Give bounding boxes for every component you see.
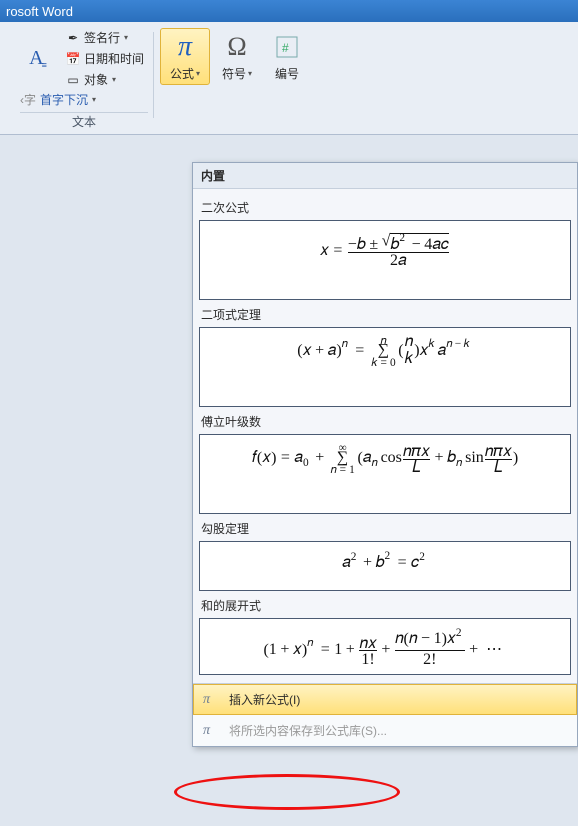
equation-title: 傅立叶级数 [201, 413, 571, 430]
ribbon: A≡ ✒ 签名行 ▾ 📅 日期和时间 ▭ 对象 ▾ ‹字 [0, 22, 578, 135]
equation-button[interactable]: π 公式▾ [160, 28, 210, 85]
signature-icon: ✒ [66, 31, 80, 45]
date-time-button[interactable]: 📅 日期和时间 [62, 49, 148, 68]
gallery-footer: π 插入新公式(I) π 将所选内容保存到公式库(S)... [193, 683, 577, 746]
chevron-down-icon: ▾ [92, 95, 96, 104]
group-text-label: 文本 [20, 112, 148, 132]
equation-title: 二项式定理 [201, 306, 571, 323]
gallery-header: 内置 [193, 163, 577, 189]
chevron-down-icon: ▾ [196, 69, 200, 78]
pi-icon: π [203, 692, 221, 708]
dropcap-label[interactable]: 首字下沉 [40, 91, 88, 108]
titlebar: rosoft Word [0, 0, 578, 22]
insert-new-equation[interactable]: π 插入新公式(I) [193, 684, 577, 715]
number-button[interactable]: # 编号 [264, 29, 310, 84]
dropcap-icon: A≡ [23, 43, 55, 75]
equation-label: 公式 [170, 65, 194, 82]
signature-label: 签名行 [84, 29, 120, 46]
object-button[interactable]: ▭ 对象 ▾ [62, 70, 148, 89]
chevron-down-icon: ▾ [124, 33, 128, 42]
save-to-gallery-label: 将所选内容保存到公式库(S)... [229, 722, 387, 739]
equation-title: 勾股定理 [201, 520, 571, 537]
calendar-icon: 📅 [66, 52, 80, 66]
symbol-button[interactable]: Ω 符号▾ [214, 29, 260, 84]
group-text: A≡ ✒ 签名行 ▾ 📅 日期和时间 ▭ 对象 ▾ ‹字 [14, 28, 154, 132]
symbol-label: 符号 [222, 65, 246, 82]
pi-save-icon: π [203, 723, 221, 739]
annotation-highlight [174, 774, 400, 810]
group-symbols: π 公式▾ Ω 符号▾ # 编号 . [154, 28, 316, 106]
equation-item-fourier[interactable]: f(x)=a0+∑n=1∞(ancosnπxL+bnsinnπxL) [199, 434, 571, 514]
object-icon: ▭ [66, 73, 80, 87]
equation-item-pythagoras[interactable]: a2+b2=c2 [199, 541, 571, 591]
gallery-scroll[interactable]: 二次公式 x=−b±b2−4ac2a 二项式定理 (x+a)n=∑k=0n(nk… [193, 189, 577, 683]
equation-gallery: 内置 二次公式 x=−b±b2−4ac2a 二项式定理 (x+a)n=∑k=0n… [192, 162, 578, 747]
equation-title: 和的展开式 [201, 597, 571, 614]
number-label: 编号 [275, 65, 299, 82]
equation-item-expansion[interactable]: (1+x)n=1+nx1!+n(n−1)x22!+⋯ [199, 618, 571, 675]
wordart-stub: ‹字 [20, 91, 36, 108]
pi-icon: π [169, 31, 201, 63]
equation-item-quadratic[interactable]: x=−b±b2−4ac2a [199, 220, 571, 300]
object-label: 对象 [84, 71, 108, 88]
dropcap-button[interactable]: A≡ [20, 41, 58, 77]
chevron-down-icon: ▾ [248, 69, 252, 78]
equation-item-binomial[interactable]: (x+a)n=∑k=0n(nk)xkan−k [199, 327, 571, 407]
svg-text:#: # [282, 41, 289, 55]
chevron-down-icon: ▾ [112, 75, 116, 84]
app-title: rosoft Word [6, 4, 73, 19]
datetime-label: 日期和时间 [84, 50, 144, 67]
omega-icon: Ω [221, 31, 253, 63]
number-icon: # [271, 31, 303, 63]
insert-new-equation-label: 插入新公式(I) [229, 691, 300, 708]
signature-line-button[interactable]: ✒ 签名行 ▾ [62, 28, 148, 47]
equation-title: 二次公式 [201, 199, 571, 216]
save-to-gallery: π 将所选内容保存到公式库(S)... [193, 715, 577, 746]
